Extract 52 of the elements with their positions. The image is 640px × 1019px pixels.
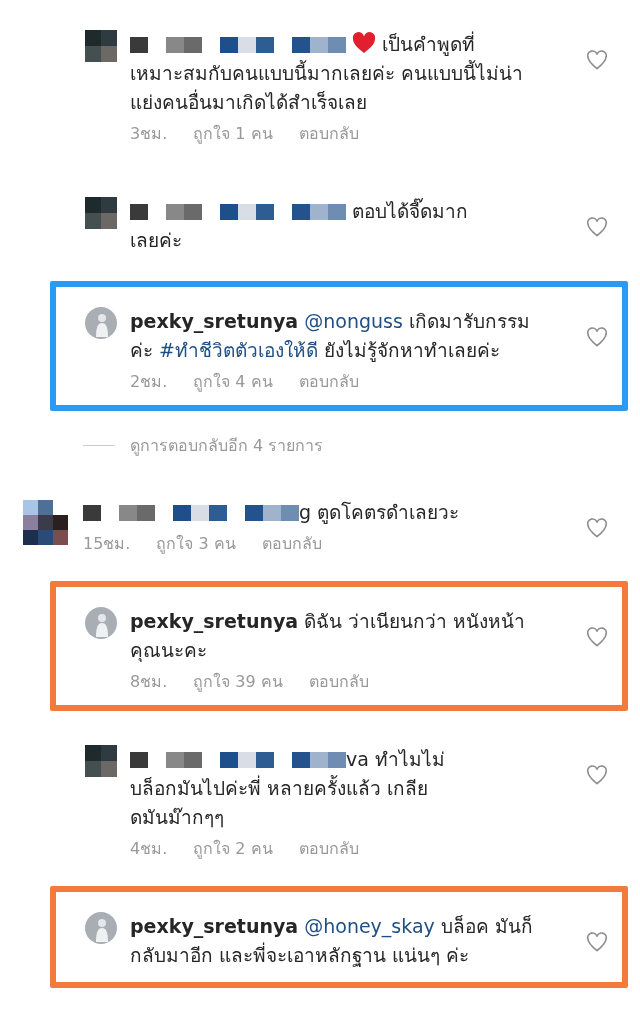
likes-count[interactable]: ถูกใจ 3 คน — [156, 533, 236, 555]
like-icon[interactable] — [586, 932, 608, 952]
comment-time: 8ชม. — [130, 671, 168, 693]
comment-text: บล็อกมันไปค่ะพี่ หลายครั้งแล้ว เกลีย — [130, 777, 429, 799]
comment-time: 4ชม. — [130, 838, 168, 860]
username-fragment[interactable]: g — [299, 501, 312, 523]
heart-emoji-icon — [352, 32, 377, 54]
comment-text: บล็อค มันก็ — [440, 915, 533, 937]
avatar-icon[interactable] — [85, 607, 117, 639]
comment-text: กลับมาอีก และพี่จะเอาหลักฐาน แน่นๆ ค่ะ — [130, 944, 470, 966]
username[interactable]: pexky_sretunya — [130, 915, 299, 937]
comment-text: เหมาะสมกับคนแบบนี้มากเลยค่ะ คนแบบนี้ไม่น่า — [130, 62, 524, 84]
username-fragment[interactable]: va — [346, 748, 369, 770]
comment-text: ดิฉัน ว่าเนียนกว่า หนังหน้า — [304, 610, 526, 632]
comment-text: เลยค่ะ — [130, 229, 182, 251]
like-icon[interactable] — [586, 627, 608, 647]
avatar-icon[interactable] — [85, 912, 117, 944]
reply-link[interactable]: ตอบกลับ — [298, 838, 359, 860]
like-icon[interactable] — [586, 217, 608, 237]
pixelated-avatar-drawing[interactable] — [23, 500, 68, 545]
mention-link[interactable]: @honey_skay — [304, 915, 435, 937]
comment-time: 2ชม. — [130, 371, 168, 393]
like-icon[interactable] — [586, 327, 608, 347]
comment-text: ค่ะ — [130, 339, 154, 361]
likes-count[interactable]: ถูกใจ 2 คน — [193, 838, 273, 860]
mention-link[interactable]: #ทำชีวิตตัวเองให้ดี — [159, 339, 318, 361]
likes-count[interactable]: ถูกใจ 1 คน — [193, 123, 273, 145]
comment-text: ทำไมไม่ — [374, 748, 445, 770]
like-icon[interactable] — [586, 518, 608, 538]
like-icon[interactable] — [586, 765, 608, 785]
comment-time: 15ชม. — [83, 533, 131, 555]
likes-count[interactable]: ถูกใจ 39 คน — [193, 671, 283, 693]
comment-time: 3ชม. — [130, 123, 168, 145]
comment-text: เกิดมารับกรรม — [408, 310, 530, 332]
comment-text: ดมันม๊ากๆๆ — [130, 806, 224, 828]
view-more-replies-link[interactable]: ดูการตอบกลับอีก 4 รายการ — [130, 433, 324, 458]
comment-text: แย่งคนอื่นมาเกิดได้สำเร็จเลย — [130, 91, 367, 113]
reply-link[interactable]: ตอบกลับ — [308, 671, 369, 693]
comment-text: ตูดโคตรดำเลยวะ — [317, 501, 460, 523]
comment-text: คุณนะคะ — [130, 639, 207, 661]
avatar-icon[interactable] — [85, 307, 117, 339]
username[interactable]: pexky_sretunya — [130, 310, 299, 332]
reply-link[interactable]: ตอบกลับ — [298, 371, 359, 393]
reply-link[interactable]: ตอบกลับ — [261, 533, 322, 555]
like-icon[interactable] — [586, 50, 608, 70]
mention-link[interactable]: @nonguss — [304, 310, 403, 332]
reply-link[interactable]: ตอบกลับ — [298, 123, 359, 145]
username[interactable]: pexky_sretunya — [130, 610, 299, 632]
likes-count[interactable]: ถูกใจ 4 คน — [193, 371, 273, 393]
comment-text: เป็นคำพูดที่ — [382, 33, 476, 55]
comment-text: ยังไม่รู้จักหาทำเลยค่ะ — [324, 339, 500, 361]
comment-text: ตอบได้จี๊ดมาก — [352, 200, 469, 222]
